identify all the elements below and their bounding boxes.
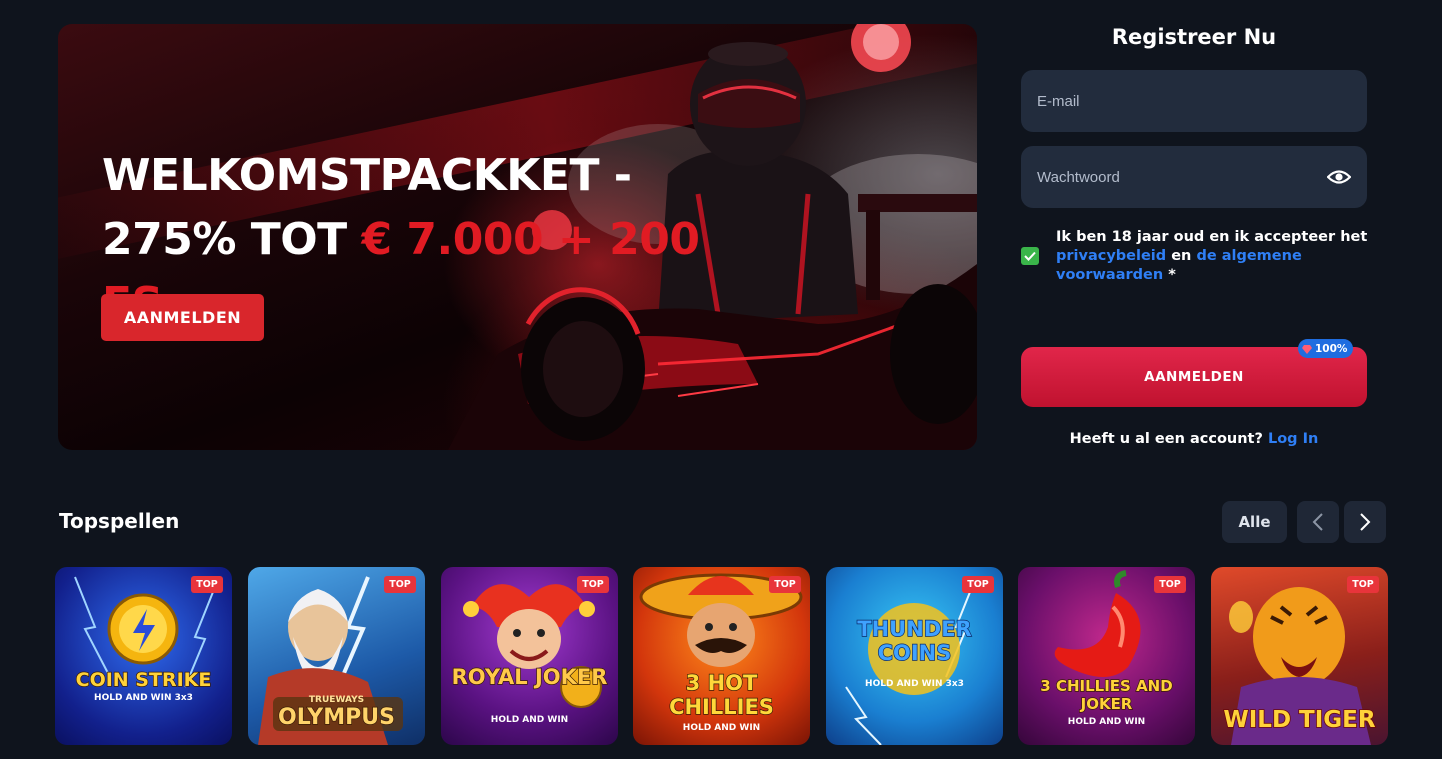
top-games-carousel: COIN STRIKE HOLD AND WIN 3x3 TOP TRUEWAY… [55,567,1390,745]
game-card[interactable]: WILD TIGER TOP [1211,567,1388,745]
password-field[interactable] [1021,146,1367,208]
hero-signup-button[interactable]: AANMELDEN [101,294,264,341]
top-badge: TOP [1154,576,1186,593]
carousel-next-button[interactable] [1344,501,1386,543]
game-card[interactable]: THUNDER COINS HOLD AND WIN 3x3 TOP [826,567,1003,745]
game-title: OLYMPUS [277,704,395,730]
top-badge: TOP [962,576,994,593]
register-title: Registreer Nu [1111,25,1277,49]
game-card[interactable]: TRUEWAYS OLYMPUS TOP [248,567,425,745]
login-link[interactable]: Log In [1268,431,1318,447]
login-prompt: Heeft u al een account? Log In [1020,431,1368,447]
game-title: 3 CHILLIES AND JOKER [1040,676,1174,713]
age-consent-checkbox[interactable] [1021,247,1039,265]
hero-title-prefix: 275% TOT [102,214,362,265]
gem-icon [1302,344,1312,354]
game-subtitle: HOLD AND WIN 3x3 [865,679,964,689]
consent-and: en [1171,248,1192,264]
checkmark-icon [1024,251,1036,261]
game-card[interactable]: COIN STRIKE HOLD AND WIN 3x3 TOP [55,567,232,745]
eye-icon[interactable] [1327,166,1351,188]
consent-label: Ik ben 18 jaar oud en ik accepteer het [1056,229,1368,245]
hero-banner[interactable]: WELKOMSTPACKKET - 275% TOT € 7.000 + 200… [58,24,977,450]
password-input[interactable] [1037,168,1307,186]
top-badge: TOP [384,576,416,593]
top-badge: TOP [1347,576,1379,593]
game-card[interactable]: 3 HOT CHILLIES HOLD AND WIN TOP [633,567,810,745]
game-subtitle: TRUEWAYS [308,695,365,705]
login-prompt-text: Heeft u al een account? [1069,431,1263,447]
email-input[interactable] [1037,92,1307,110]
game-title: 3 HOT CHILLIES [668,670,774,719]
lightning-coin-icon [74,576,216,688]
game-card[interactable]: ROYAL JOKER HOLD AND WIN TOP [441,567,618,745]
top-badge: TOP [577,576,609,593]
game-card[interactable]: 3 CHILLIES AND JOKER HOLD AND WIN TOP [1018,567,1195,745]
required-mark: * [1168,267,1176,283]
top-badge: TOP [769,576,801,593]
game-subtitle: HOLD AND WIN 3x3 [94,693,193,703]
game-title: ROYAL JOKER [451,664,608,689]
bonus-badge-label: 100% [1315,342,1348,355]
hero-title-line1: WELKOMSTPACKKET - [102,150,632,201]
game-subtitle: HOLD AND WIN [1067,717,1146,727]
bonus-badge: 100% [1298,339,1354,358]
game-subtitle: HOLD AND WIN [490,715,569,725]
game-title: WILD TIGER [1223,706,1377,734]
top-games-title: Topspellen [59,509,180,533]
privacy-policy-link[interactable]: privacybeleid [1056,248,1166,264]
carousel-prev-button[interactable] [1297,501,1339,543]
email-field[interactable] [1021,70,1367,132]
chevron-right-icon [1360,513,1371,531]
top-badge: TOP [191,576,223,593]
chevron-left-icon [1312,513,1323,531]
consent-text: Ik ben 18 jaar oud en ik accepteer het p… [1056,228,1376,285]
game-subtitle: HOLD AND WIN [682,723,761,733]
view-all-button[interactable]: Alle [1222,501,1287,543]
game-title: THUNDER COINS [857,616,973,665]
game-title: COIN STRIKE [75,668,212,691]
